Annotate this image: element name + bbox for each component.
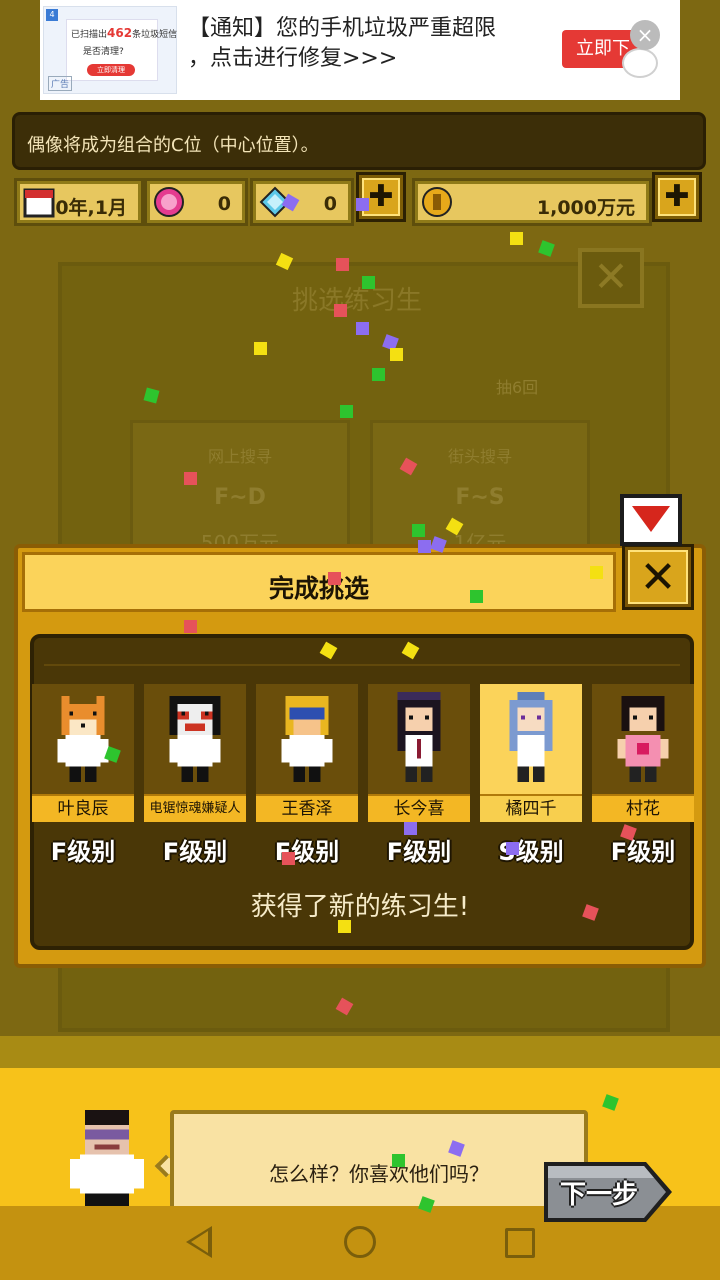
trainee-name: 叶良辰 [32,794,134,822]
ad-logo-icon [622,48,658,78]
trainee-card[interactable]: 村花 [592,684,694,822]
modal-header: 完成挑选 [22,552,616,612]
draw-count: 抽6回 [496,378,539,397]
nav-home-icon[interactable] [344,1226,376,1258]
confetti [282,852,295,865]
blue-gem-counter: 0 [250,178,354,226]
ad-banner[interactable]: 4 已扫描出462条垃圾短信 是否清理? 立即清理 广告 【通知】您的手机垃圾严… [40,0,680,100]
panel-close-icon: ✕ [578,248,644,308]
village-girl-avatar-icon [617,695,669,783]
confetti [362,276,375,289]
trainee-grade: F级别 [386,838,452,866]
ad-thumb-count: 462 [107,26,133,40]
background-footer [0,1036,720,1068]
panel-shelf [44,664,680,666]
ad-thumb-prefix: 已扫描出 [71,30,108,40]
confetti [392,1154,405,1167]
confetti [184,472,197,485]
next-step-button[interactable]: 下一步 [542,1158,674,1226]
trainee-card[interactable]: 电锯惊魂嫌疑人 [144,684,246,822]
trainee-grade: S级别 [498,838,564,866]
trainee-name: 王香泽 [256,794,358,822]
confetti [538,240,555,257]
search-online-card: 网上搜寻 F~D 500万元 [130,420,350,555]
pink-gem-value: 0 [217,193,231,215]
confetti [336,258,349,271]
trainee-card[interactable]: 长今喜 [368,684,470,822]
jigsaw-avatar-icon [169,695,221,783]
down-arrow-indicator-icon [620,494,682,546]
trainee-grade: F级别 [274,838,340,866]
ad-app-icon: 4 [46,9,58,21]
confetti [184,620,197,633]
trainee-name: 橘四千 [480,794,582,822]
trainee-grade: F级别 [50,838,116,866]
confetti [356,322,369,335]
modal-close-button[interactable]: ✕ [622,544,694,610]
long-hair-avatar-icon [397,692,441,783]
pink-gem-counter: 0 [144,178,248,226]
card-label: 网上搜寻 [207,447,272,466]
confetti [506,842,519,855]
card-rank: F~S [455,485,505,510]
confetti [372,368,385,381]
plus-icon: ✚ [658,178,696,216]
confetti [470,590,483,603]
confetti [510,232,523,245]
card-rank: F~D [214,485,266,510]
trainee-grade: F级别 [610,838,676,866]
money-counter: 1,000万元 [412,178,652,226]
confetti [590,566,603,579]
dialog-text: 怎么样？你喜欢他们吗？ [269,1162,489,1186]
confetti [390,348,403,361]
close-icon[interactable]: × [630,20,660,50]
confetti [338,920,351,933]
panel-title: 挑选练习生 [292,286,423,316]
ad-tag: 广告 [48,76,73,91]
ad-thumb-button: 立即清理 [87,64,135,76]
coin-icon [422,187,452,217]
date-display: 0年,1月 [14,178,144,226]
ad-thumbnail-card: 已扫描出462条垃圾短信 是否清理? 立即清理 [66,19,177,81]
money-value: 1,000万元 [536,197,635,219]
trainee-name: 长今喜 [368,794,470,822]
date-value: 0年,1月 [55,197,127,219]
add-money-button[interactable]: ✚ [652,172,702,222]
nav-recent-apps-icon[interactable] [505,1228,535,1258]
ad-thumbnail: 4 已扫描出462条垃圾短信 是否清理? 立即清理 广告 [43,6,177,94]
confetti [412,524,425,537]
confetti [356,198,369,211]
add-gems-button[interactable]: ✚ [356,172,406,222]
modal-title: 完成挑选 [268,574,369,603]
trainee-grade: F级别 [162,838,228,866]
nav-back-icon[interactable] [186,1226,212,1258]
shiba-avatar-icon [57,695,109,783]
blue-hair-avatar-icon [509,692,553,783]
confetti [418,540,431,553]
helmet-avatar-icon [281,695,333,783]
calendar-icon [23,188,55,218]
close-icon: ✕ [628,550,688,604]
pink-gem-icon [154,187,184,217]
confetti [404,822,417,835]
message-bar: 偶像将成为组合的C位（中心位置）。 [12,112,706,170]
trainee-name: 村花 [592,794,694,822]
confetti [334,304,347,317]
ad-thumb-question: 是否清理? [83,47,124,57]
blue-gem-value: 0 [323,193,337,215]
trainee-card[interactable]: 王香泽 [256,684,358,822]
search-street-card: 街头搜寻 F~S 1亿元 [370,420,590,555]
confetti [254,342,267,355]
ad-thumb-suffix: 条垃圾短信 [132,30,178,40]
confetti [328,572,341,585]
message-text: 偶像将成为组合的C位（中心位置）。 [27,135,319,156]
next-step-label: 下一步 [560,1180,639,1210]
new-trainee-message: 获得了新的练习生! [250,892,470,922]
trainee-name: 电锯惊魂嫌疑人 [144,794,246,822]
ad-text: 【通知】您的手机垃圾严重超限 ，点击进行修复>>> [188,14,496,74]
ad-line-1: 【通知】您的手机垃圾严重超限 [188,16,497,41]
trainee-card-selected[interactable]: 橘四千 [480,684,582,822]
confetti [340,405,353,418]
ad-line-2: ，点击进行修复>>> [188,46,398,71]
